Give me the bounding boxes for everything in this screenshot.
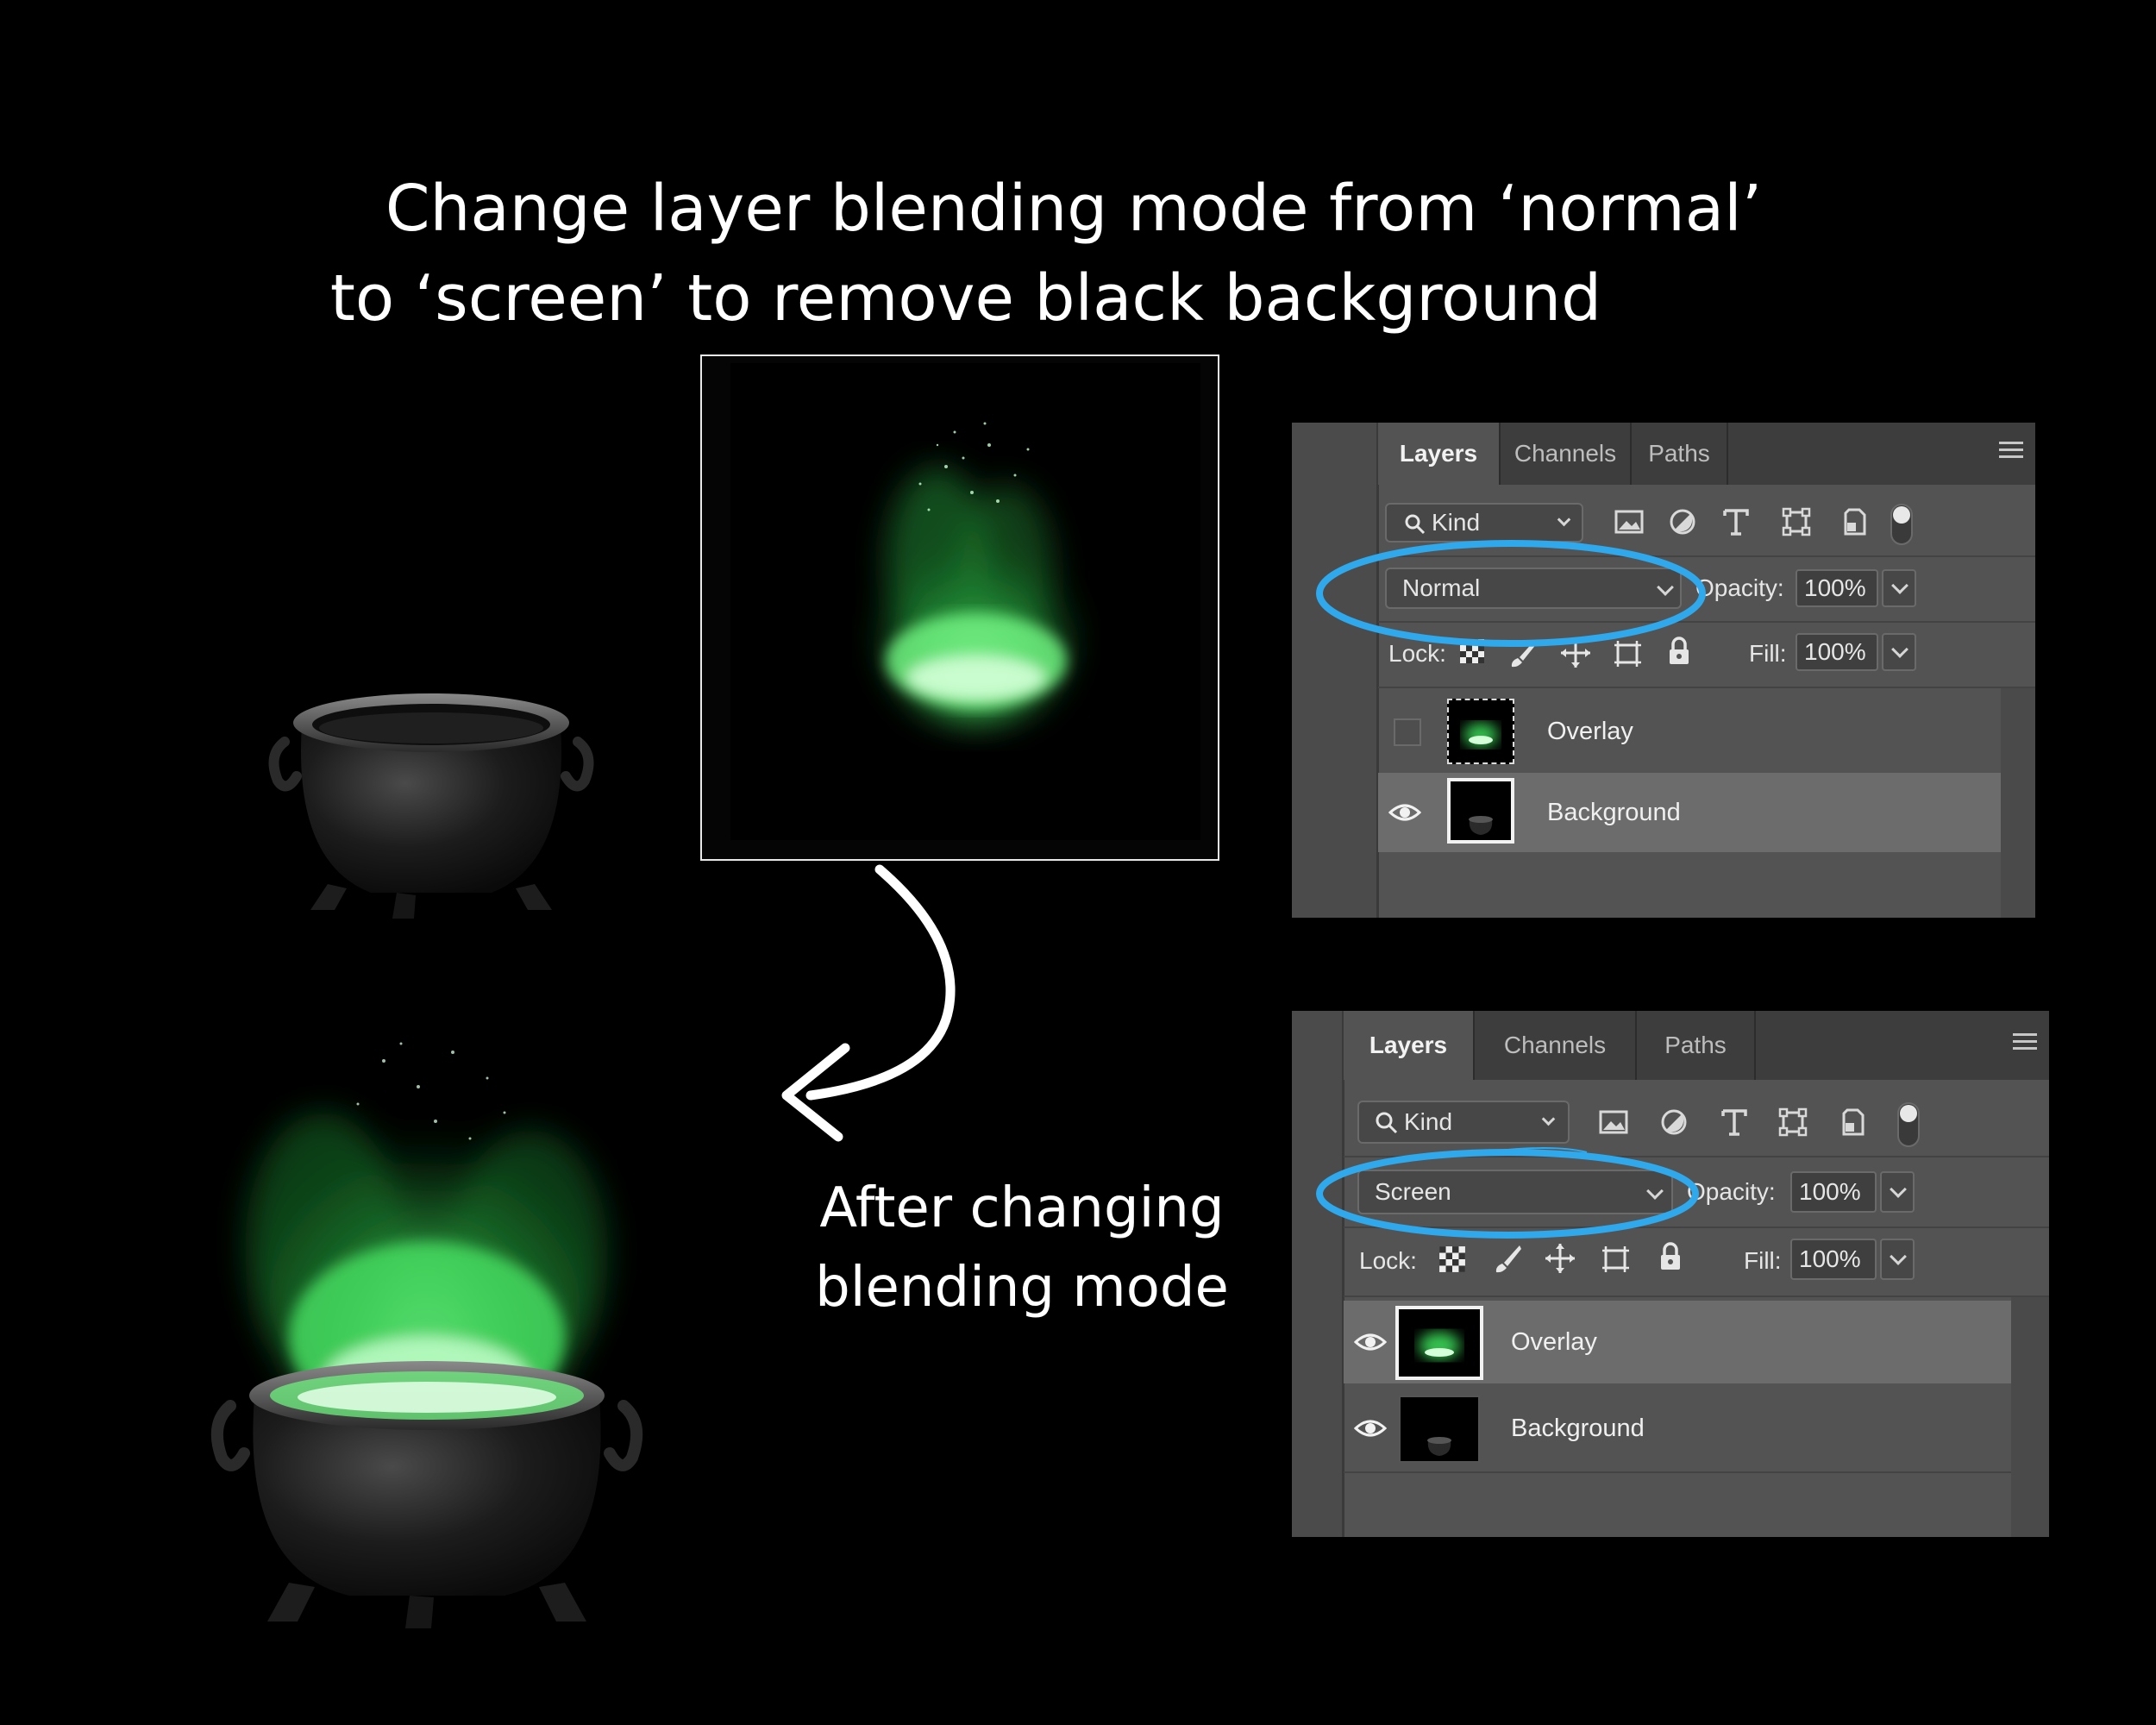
lock-artboard-icon[interactable] [1599, 1242, 1632, 1275]
cauldron-thumbnail-icon [1427, 1437, 1451, 1456]
cauldron-image [268, 693, 594, 919]
highlight-ring-normal [1316, 540, 1706, 647]
layer-name-background: Background [1511, 1414, 1645, 1442]
panel-tab-bar: Layers Channels Paths [1378, 423, 2035, 485]
layers-scrollbar[interactable] [2001, 688, 2035, 918]
shape-filter-icon[interactable] [1777, 1106, 1809, 1138]
panel-tab-bar: Layers Channels Paths [1344, 1011, 2049, 1080]
green-smoke-image [873, 422, 1080, 725]
layer-name-background: Background [1547, 799, 1681, 826]
layer-row-overlay[interactable]: Overlay [1344, 1301, 2011, 1383]
after-caption-line-2: blending mode [815, 1256, 1229, 1320]
search-icon [1405, 514, 1426, 535]
layer-name-overlay: Overlay [1547, 718, 1633, 745]
curved-arrow [781, 864, 956, 1142]
tab-layers[interactable]: Layers [1344, 1011, 1475, 1080]
panel-menu-icon[interactable] [2013, 1033, 2037, 1056]
pixel-layer-filter-icon[interactable] [1613, 505, 1645, 538]
fill-input[interactable]: 100% [1790, 1239, 1877, 1280]
fill-input[interactable]: 100% [1796, 633, 1878, 671]
layer-name-overlay: Overlay [1511, 1328, 1597, 1356]
chevron-down-icon [1891, 641, 1908, 658]
tab-channels[interactable]: Channels [1501, 423, 1632, 485]
highlight-ring-screen [1316, 1147, 1699, 1239]
tab-channels[interactable]: Channels [1475, 1011, 1637, 1080]
fill-slider-dropdown[interactable] [1880, 1239, 1915, 1280]
panel-menu-icon[interactable] [1999, 442, 2023, 464]
panel-gutter [1292, 423, 1379, 918]
background-thumbnail [1399, 1396, 1480, 1463]
headline-line-1: Change layer blending mode from ‘normal’ [385, 172, 1763, 246]
after-caption-line-1: After changing [819, 1176, 1225, 1240]
smart-object-filter-icon[interactable] [1837, 1106, 1870, 1138]
opacity-input[interactable]: 100% [1796, 569, 1878, 607]
eye-icon[interactable] [1354, 1330, 1387, 1354]
chevron-down-icon [1891, 577, 1908, 594]
headline: Change layer blending mode from ‘normal’… [0, 164, 2156, 343]
filter-toggle-icon[interactable] [1889, 502, 1915, 547]
tab-layers[interactable]: Layers [1378, 423, 1501, 485]
cauldron-thumbnail-icon [1469, 816, 1493, 835]
lock-all-icon[interactable] [1654, 1240, 1687, 1273]
divider [1344, 1295, 2049, 1297]
layers-panel-before: Layers Channels Paths Kind Normal Opacit… [1292, 423, 2035, 918]
smoke-thumbnail-icon [1419, 1332, 1460, 1359]
divider [1378, 687, 2035, 688]
type-filter-icon[interactable] [1720, 505, 1752, 538]
panel-gutter [1292, 1011, 1344, 1537]
headline-line-2: to ‘screen’ to remove black background [329, 261, 1602, 336]
layer-row-background[interactable]: Background [1378, 773, 2001, 852]
tab-paths[interactable]: Paths [1632, 423, 1728, 485]
lock-image-pixels-icon[interactable] [1492, 1242, 1525, 1275]
visibility-toggle-off[interactable] [1394, 718, 1421, 746]
opacity-slider-dropdown[interactable] [1880, 1171, 1915, 1213]
lock-label: Lock: [1359, 1247, 1417, 1274]
lock-transparent-pixels-icon[interactable] [1438, 1245, 1466, 1273]
layers-panel-after: Layers Channels Paths Kind Screen Opacit… [1292, 1011, 2049, 1537]
chevron-down-icon [1890, 1181, 1907, 1198]
type-filter-icon[interactable] [1718, 1106, 1751, 1138]
adjustment-filter-icon[interactable] [1666, 505, 1699, 538]
overlay-thumbnail [1395, 1306, 1483, 1380]
chevron-down-icon [1890, 1248, 1907, 1265]
steaming-cauldron-image [210, 1042, 643, 1628]
fill-label: Fill: [1744, 1247, 1782, 1274]
layers-scrollbar[interactable] [2011, 1297, 2049, 1537]
shape-filter-icon[interactable] [1780, 505, 1813, 538]
layer-row-overlay[interactable]: Overlay [1378, 692, 2001, 771]
divider [1344, 1471, 2011, 1473]
eye-icon[interactable] [1354, 1416, 1387, 1440]
eye-icon[interactable] [1388, 800, 1421, 825]
overlay-thumbnail [1447, 699, 1514, 764]
background-thumbnail [1447, 778, 1514, 844]
chevron-down-icon [1557, 512, 1571, 527]
opacity-slider-dropdown[interactable] [1882, 569, 1916, 607]
fill-label: Fill: [1749, 640, 1787, 667]
overlay-preview [700, 354, 1219, 861]
fill-slider-dropdown[interactable] [1882, 633, 1916, 671]
lock-position-icon[interactable] [1544, 1242, 1576, 1275]
filter-toggle-icon[interactable] [1896, 1101, 1921, 1149]
smoke-thumbnail-icon [1463, 723, 1498, 747]
smart-object-filter-icon[interactable] [1839, 505, 1871, 538]
opacity-input[interactable]: 100% [1790, 1171, 1877, 1213]
tab-paths[interactable]: Paths [1637, 1011, 1756, 1080]
after-caption: After changing blending mode [776, 1169, 1268, 1327]
layer-row-background[interactable]: Background [1344, 1387, 2011, 1470]
